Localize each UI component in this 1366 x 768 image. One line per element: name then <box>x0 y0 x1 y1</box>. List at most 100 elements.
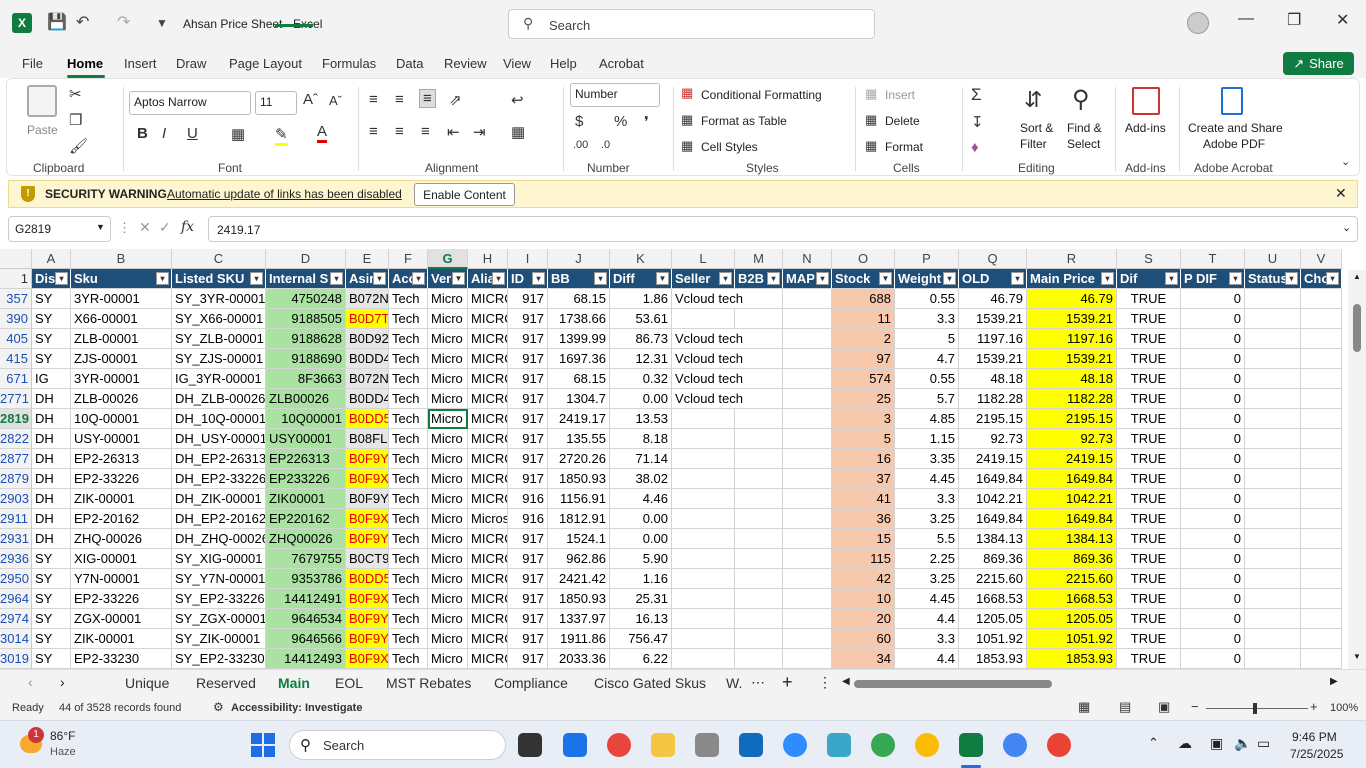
table-cell[interactable]: Tech <box>389 589 428 609</box>
table-cell[interactable]: 1205.05 <box>959 609 1027 629</box>
table-cell[interactable] <box>735 429 783 449</box>
table-cell[interactable]: SY <box>32 329 71 349</box>
table-cell[interactable]: 1042.21 <box>1027 489 1117 509</box>
currency-icon[interactable]: $ <box>575 113 583 130</box>
table-cell[interactable]: 1539.21 <box>959 349 1027 369</box>
table-cell[interactable]: DH <box>32 529 71 549</box>
table-cell[interactable]: 115 <box>832 549 895 569</box>
table-cell[interactable]: TRUE <box>1117 549 1181 569</box>
table-cell[interactable]: 1850.93 <box>548 469 610 489</box>
expand-formula-icon[interactable]: ⌄ <box>1342 221 1351 234</box>
format-painter-icon[interactable]: 🖌 <box>69 137 88 155</box>
table-cell[interactable]: 68.15 <box>548 289 610 309</box>
tab-review[interactable]: Review <box>444 56 487 71</box>
column-filter-header[interactable]: Alia ▾ <box>468 269 508 289</box>
zoom-slider-thumb[interactable] <box>1253 703 1257 714</box>
table-cell[interactable]: 1182.28 <box>1027 389 1117 409</box>
column-filter-header[interactable]: P DIF ▾ <box>1181 269 1245 289</box>
table-cell[interactable]: 9646566 <box>266 629 346 649</box>
table-cell[interactable]: 5.7 <box>895 389 959 409</box>
table-cell[interactable]: 2421.42 <box>548 569 610 589</box>
scroll-right-icon[interactable]: ▶ <box>1330 676 1338 687</box>
row-number[interactable]: 2819 <box>0 409 32 429</box>
table-cell[interactable] <box>1301 529 1342 549</box>
scroll-down-icon[interactable]: ▼ <box>1353 652 1361 661</box>
table-cell[interactable]: IG_3YR-00001 <box>172 369 266 389</box>
sheet-tab-mst-rebates[interactable]: MST Rebates <box>386 675 471 691</box>
table-cell[interactable]: 2720.26 <box>548 449 610 469</box>
table-cell[interactable]: 2419.15 <box>1027 449 1117 469</box>
table-cell[interactable]: B0F9YJ <box>346 449 389 469</box>
table-cell[interactable] <box>672 569 735 589</box>
table-cell[interactable]: 1384.13 <box>959 529 1027 549</box>
table-cell[interactable]: 0.55 <box>895 289 959 309</box>
delete-cells-button[interactable]: Delete <box>885 114 920 128</box>
table-cell[interactable]: 5.90 <box>610 549 672 569</box>
table-cell[interactable]: 574 <box>832 369 895 389</box>
scroll-left-icon[interactable]: ◀ <box>842 676 850 687</box>
column-header-g[interactable]: G <box>428 249 468 269</box>
decrease-indent-icon[interactable]: ⇤ <box>447 123 460 141</box>
filter-dropdown-icon[interactable]: ▾ <box>250 272 263 285</box>
table-cell[interactable]: B0F9YV <box>346 609 389 629</box>
table-cell[interactable]: Micro <box>428 549 468 569</box>
table-cell[interactable]: 4.85 <box>895 409 959 429</box>
table-cell[interactable]: 48.18 <box>959 369 1027 389</box>
table-cell[interactable]: 917 <box>508 429 548 449</box>
table-cell[interactable] <box>1301 549 1342 569</box>
table-cell[interactable]: DH_ZLB-00026 <box>172 389 266 409</box>
sort-filter-label-2[interactable]: Filter <box>1020 137 1047 151</box>
table-cell[interactable] <box>672 509 735 529</box>
row-number[interactable]: 2931 <box>0 529 32 549</box>
sheet-tab-cisco-gated[interactable]: Cisco Gated Skus <box>594 675 706 691</box>
table-cell[interactable]: EP2-33226 <box>71 589 172 609</box>
table-cell[interactable]: 1668.53 <box>1027 589 1117 609</box>
tab-view[interactable]: View <box>503 56 531 71</box>
table-cell[interactable] <box>1245 309 1301 329</box>
table-cell[interactable]: SY_ZLB-00001 <box>172 329 266 349</box>
zoom-out-icon[interactable]: − <box>1191 699 1199 714</box>
tab-insert[interactable]: Insert <box>124 56 157 71</box>
row-number[interactable]: 415 <box>0 349 32 369</box>
row-number[interactable]: 2879 <box>0 469 32 489</box>
table-cell[interactable]: MICRO <box>468 389 508 409</box>
collapse-ribbon-icon[interactable]: ⌄ <box>1341 155 1350 168</box>
column-header-c[interactable]: C <box>172 249 266 269</box>
table-cell[interactable]: 14412493 <box>266 649 346 669</box>
table-cell[interactable]: 3YR-00001 <box>71 289 172 309</box>
table-cell[interactable] <box>783 329 832 349</box>
table-cell[interactable] <box>1245 329 1301 349</box>
table-cell[interactable] <box>1301 569 1342 589</box>
column-filter-header[interactable]: Status ▾ <box>1245 269 1301 289</box>
table-cell[interactable]: 12.31 <box>610 349 672 369</box>
table-cell[interactable]: 48.18 <box>1027 369 1117 389</box>
table-cell[interactable] <box>735 309 783 329</box>
table-cell[interactable]: B08FL9 <box>346 429 389 449</box>
table-cell[interactable]: Micro <box>428 609 468 629</box>
tab-draw[interactable]: Draw <box>176 56 206 71</box>
table-cell[interactable] <box>783 589 832 609</box>
table-cell[interactable]: 46.79 <box>1027 289 1117 309</box>
scroll-thumb[interactable] <box>1353 304 1361 352</box>
table-cell[interactable]: 4.7 <box>895 349 959 369</box>
table-cell[interactable] <box>1301 589 1342 609</box>
table-cell[interactable]: SY <box>32 589 71 609</box>
table-cell[interactable] <box>1245 509 1301 529</box>
table-cell[interactable]: 0 <box>1181 449 1245 469</box>
tab-help[interactable]: Help <box>550 56 577 71</box>
column-filter-header[interactable]: ID ▾ <box>508 269 548 289</box>
table-cell[interactable] <box>783 369 832 389</box>
windows-start-icon[interactable] <box>251 733 275 757</box>
table-cell[interactable] <box>1245 649 1301 669</box>
tab-page-layout[interactable]: Page Layout <box>229 56 302 71</box>
table-cell[interactable]: TRUE <box>1117 329 1181 349</box>
prev-sheet-icon[interactable]: ‹ <box>28 674 33 690</box>
table-cell[interactable] <box>1245 289 1301 309</box>
table-cell[interactable] <box>735 329 783 349</box>
chrome-profile-icon[interactable] <box>871 733 895 757</box>
table-cell[interactable]: 0.00 <box>610 509 672 529</box>
row-number[interactable]: 2964 <box>0 589 32 609</box>
calculator-icon[interactable] <box>695 733 719 757</box>
merge-center-icon[interactable]: ▦ <box>511 123 525 141</box>
table-cell[interactable]: DH_ZIK-00001 <box>172 489 266 509</box>
